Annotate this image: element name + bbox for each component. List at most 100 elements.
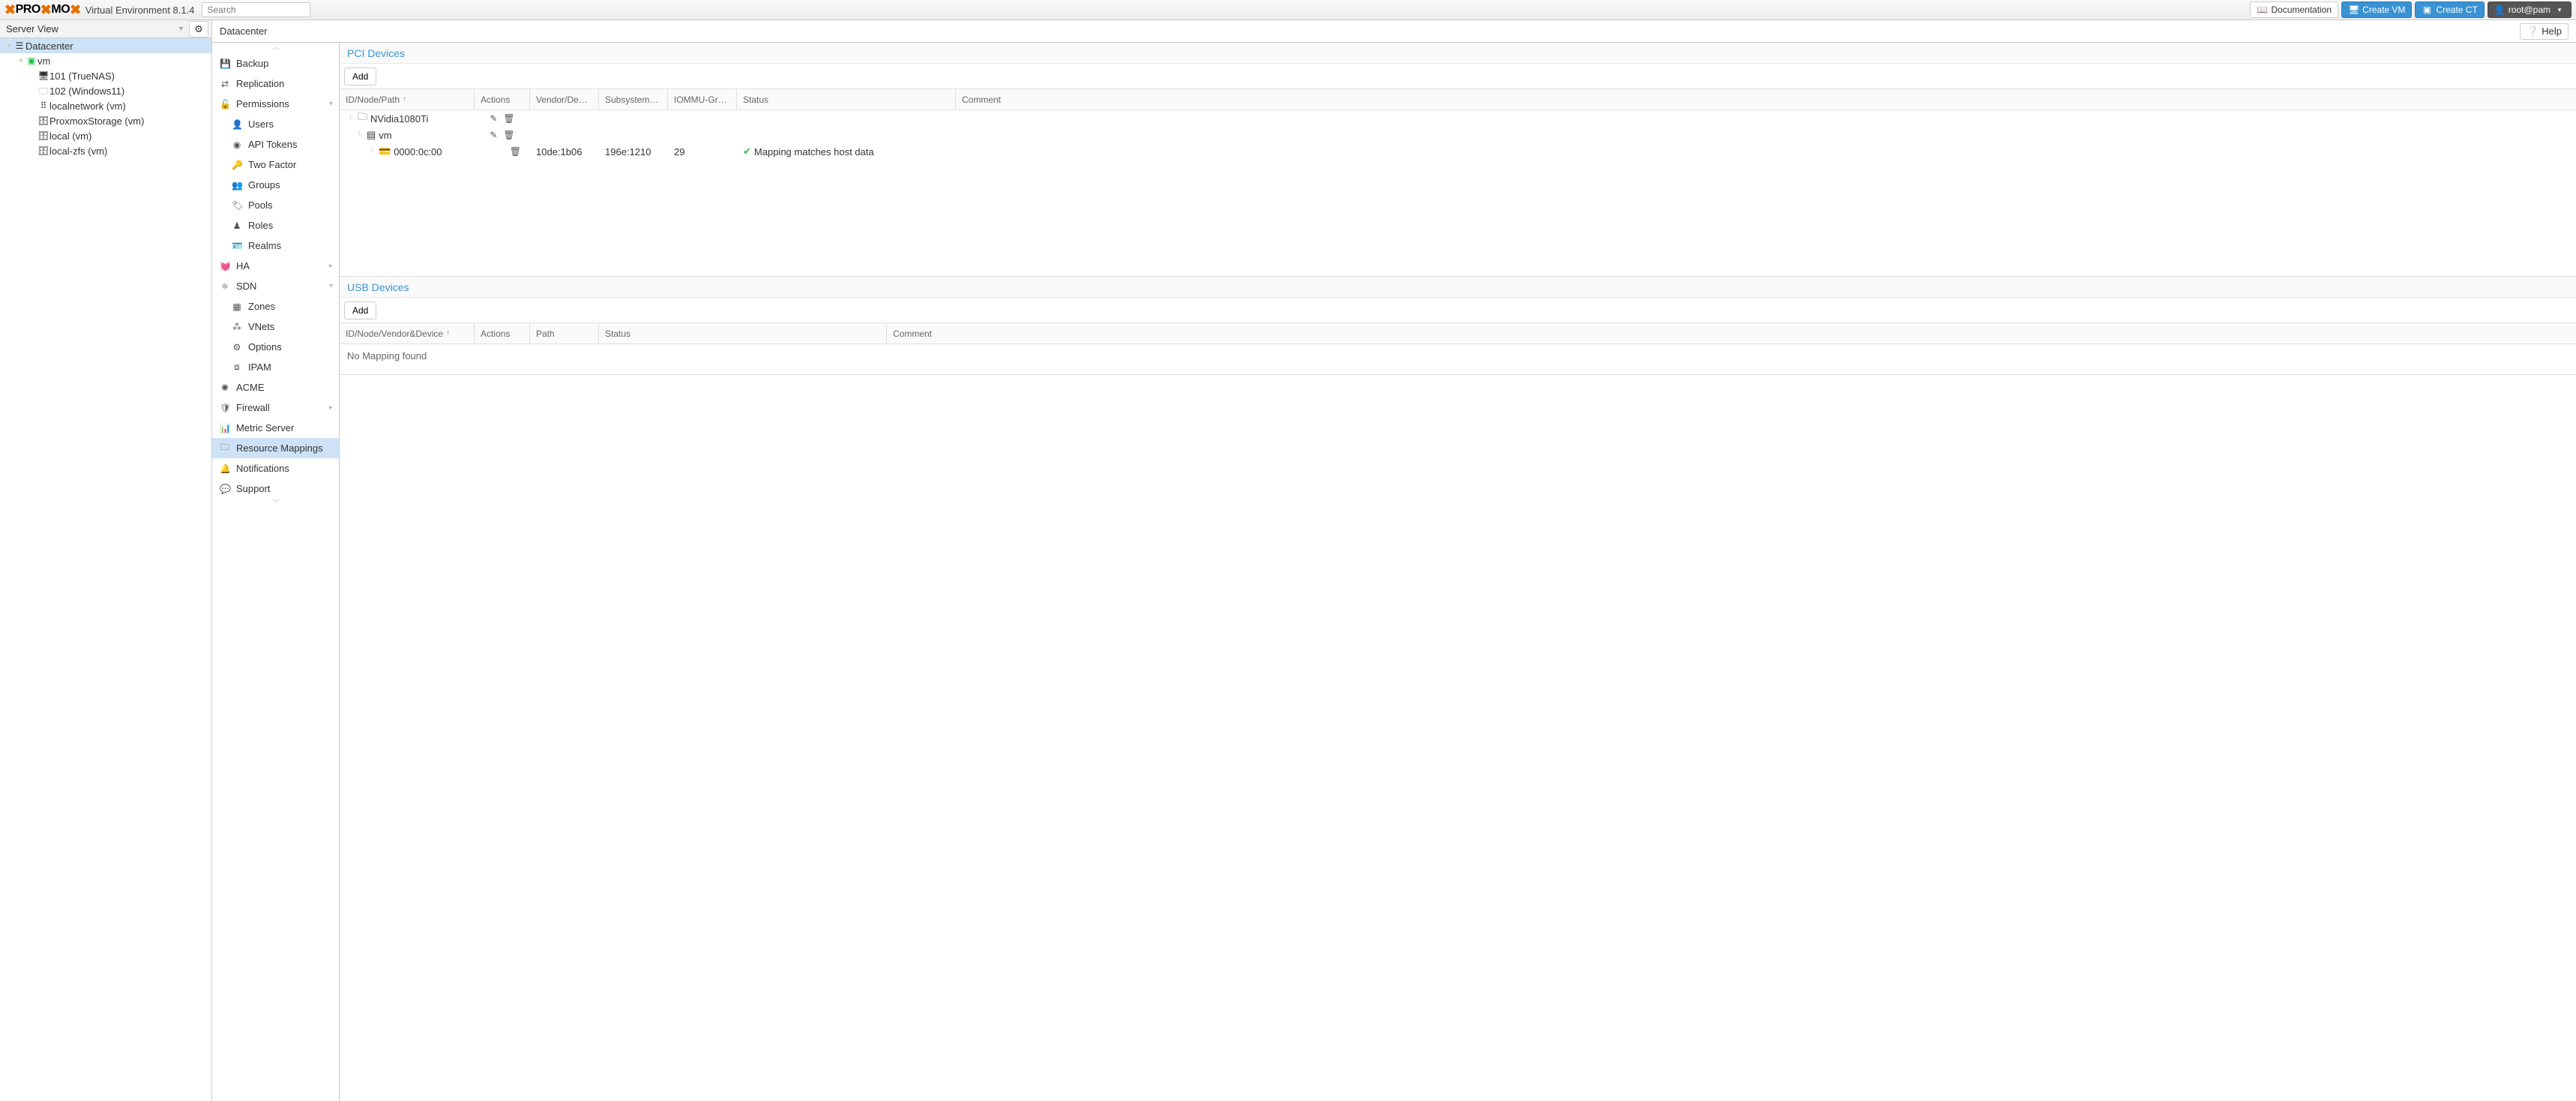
- col-path[interactable]: Path: [530, 323, 599, 344]
- sort-asc-icon: ↑: [446, 329, 450, 338]
- settings-button[interactable]: ⚙: [189, 21, 208, 38]
- menu-users[interactable]: 👤Users: [212, 114, 339, 134]
- menu-replication[interactable]: ⇄Replication: [212, 74, 339, 94]
- menu-ipam[interactable]: ⧈IPAM: [212, 357, 339, 377]
- menu-api-tokens[interactable]: ◉API Tokens: [212, 134, 339, 154]
- cell-status: ✔ Mapping matches host data: [737, 146, 956, 158]
- menu-roles[interactable]: ♟Roles: [212, 215, 339, 236]
- pci-add-button[interactable]: Add: [344, 68, 376, 86]
- storage-icon: 🗄: [37, 130, 49, 141]
- menu-ha[interactable]: 💓HA▸: [212, 256, 339, 276]
- collapse-icon: ▾: [4, 42, 13, 50]
- menu-metric-server[interactable]: 📊Metric Server: [212, 418, 339, 438]
- user-icon: 👤: [232, 119, 242, 130]
- user-menu-button[interactable]: 👤 root@pam ▾: [2488, 2, 2572, 18]
- heartbeat-icon: 💓: [220, 261, 230, 272]
- search-input[interactable]: [202, 2, 310, 17]
- map-icon: ⧈: [232, 362, 242, 373]
- col-actions[interactable]: Actions: [475, 89, 530, 110]
- col-status[interactable]: Status: [737, 89, 956, 110]
- scroll-up-icon[interactable]: ︿: [212, 43, 339, 53]
- tree-node-vm[interactable]: ▾ ▣ vm: [0, 53, 211, 68]
- help-icon: ❔: [2527, 26, 2539, 38]
- menu-vnets[interactable]: ⁂VNets: [212, 316, 339, 337]
- tree-node-localzfs[interactable]: 🗄 local-zfs (vm): [0, 143, 211, 158]
- breadcrumb: Datacenter: [220, 26, 268, 37]
- tree-node-local[interactable]: 🗄 local (vm): [0, 128, 211, 143]
- col-iommu[interactable]: IOMMU-Gr…: [668, 89, 737, 110]
- col-comment[interactable]: Comment: [887, 323, 2576, 344]
- view-selector[interactable]: Server View ▾: [0, 23, 189, 34]
- menu-support[interactable]: 💬Support: [212, 478, 339, 499]
- retweet-icon: ⇄: [220, 79, 230, 89]
- chevron-down-icon: ▾: [2554, 6, 2565, 14]
- pci-grid-header: ID/Node/Path↑ Actions Vendor/De… Subsyst…: [340, 89, 2576, 110]
- key-icon: 🔑: [232, 160, 242, 170]
- monitor-icon: 🖥: [2348, 4, 2359, 15]
- menu-resource-mappings[interactable]: 🗀Resource Mappings: [212, 438, 339, 458]
- elbow-icon: └: [367, 148, 376, 156]
- tree-node-proxmoxstorage[interactable]: 🗄 ProxmoxStorage (vm): [0, 113, 211, 128]
- save-icon: 💾: [220, 58, 230, 69]
- help-button[interactable]: ❔ Help: [2520, 23, 2569, 40]
- network-icon: ⠿: [37, 100, 49, 111]
- col-id[interactable]: ID/Node/Vendor&Device↑: [340, 323, 475, 344]
- tree-node-localnetwork[interactable]: ⠿ localnetwork (vm): [0, 98, 211, 113]
- menu-notifications[interactable]: 🔔Notifications: [212, 458, 339, 478]
- menu-pools[interactable]: 🏷Pools: [212, 195, 339, 215]
- unlock-icon: 🔓: [220, 99, 230, 110]
- usb-add-button[interactable]: Add: [344, 302, 376, 320]
- menu-permissions[interactable]: 🔓Permissions▾: [212, 94, 339, 114]
- users-icon: 👥: [232, 180, 242, 190]
- config-menu: ︿ 💾Backup ⇄Replication 🔓Permissions▾ 👤Us…: [212, 43, 340, 1101]
- monitor-icon: 🖥: [37, 70, 49, 81]
- node-icon: ▣: [25, 56, 37, 66]
- menu-acme[interactable]: ✺ACME: [212, 377, 339, 398]
- tree-node-datacenter[interactable]: ▾ ☰ Datacenter: [0, 38, 211, 53]
- col-actions[interactable]: Actions: [475, 323, 530, 344]
- comment-icon: 💬: [220, 484, 230, 494]
- tree-node-102[interactable]: 🖵 102 (Windows11): [0, 83, 211, 98]
- menu-two-factor[interactable]: 🔑Two Factor: [212, 154, 339, 175]
- trash-icon[interactable]: 🗑: [503, 130, 514, 140]
- check-icon: ✔: [743, 146, 751, 158]
- documentation-button[interactable]: 📖 Documentation: [2250, 2, 2338, 18]
- pci-row-mapping[interactable]: └ 🗀 NVidia1080Ti ✎ 🗑: [340, 110, 2576, 127]
- edit-icon[interactable]: ✎: [490, 130, 497, 140]
- app-logo: ✖ PRO ✖ MO ✖: [4, 2, 81, 18]
- menu-groups[interactable]: 👥Groups: [212, 175, 339, 195]
- pci-panel-title: PCI Devices: [340, 43, 2576, 64]
- storage-icon: 🗄: [37, 116, 49, 126]
- elbow-icon: └: [346, 115, 355, 123]
- create-vm-button[interactable]: 🖥 Create VM: [2341, 2, 2412, 18]
- create-ct-button[interactable]: ▣ Create CT: [2415, 2, 2484, 18]
- scroll-down-icon[interactable]: ﹀: [212, 499, 339, 509]
- col-id[interactable]: ID/Node/Path↑: [340, 89, 475, 110]
- menu-zones[interactable]: ▦Zones: [212, 296, 339, 316]
- edit-icon[interactable]: ✎: [490, 113, 497, 124]
- cert-icon: ✺: [220, 382, 230, 393]
- user-icon: 👤: [2494, 4, 2505, 15]
- menu-realms[interactable]: 🪪Realms: [212, 236, 339, 256]
- id-icon: 🪪: [232, 241, 242, 251]
- storage-icon: 🗄: [37, 146, 49, 156]
- trash-icon[interactable]: 🗑: [510, 146, 521, 157]
- monitor-icon: 🖵: [37, 86, 49, 97]
- trash-icon[interactable]: 🗑: [503, 113, 514, 124]
- building-icon: ▤: [367, 129, 376, 141]
- col-subsystem[interactable]: Subsystem…: [599, 89, 668, 110]
- resource-tree: ▾ ☰ Datacenter ▾ ▣ vm 🖥 101 (TrueNAS) 🖵 …: [0, 38, 211, 1101]
- menu-backup[interactable]: 💾Backup: [212, 53, 339, 74]
- menu-firewall[interactable]: 🛡Firewall▸: [212, 398, 339, 418]
- pci-row-node[interactable]: └ ▤ vm ✎ 🗑: [340, 127, 2576, 143]
- pci-row-device[interactable]: └ 💳 0000:0c:00 🗑 10de:1b06 196e:1210 29: [340, 143, 2576, 160]
- tree-node-101[interactable]: 🖥 101 (TrueNAS): [0, 68, 211, 83]
- cell-vendor: 10de:1b06: [530, 146, 599, 158]
- chevron-down-icon: ▾: [329, 100, 333, 108]
- menu-sdn[interactable]: ⚛SDN▾: [212, 276, 339, 296]
- chevron-right-icon: ▸: [329, 262, 333, 270]
- col-vendor[interactable]: Vendor/De…: [530, 89, 599, 110]
- col-comment[interactable]: Comment: [956, 89, 2576, 110]
- menu-options[interactable]: ⚙Options: [212, 337, 339, 357]
- col-status[interactable]: Status: [599, 323, 887, 344]
